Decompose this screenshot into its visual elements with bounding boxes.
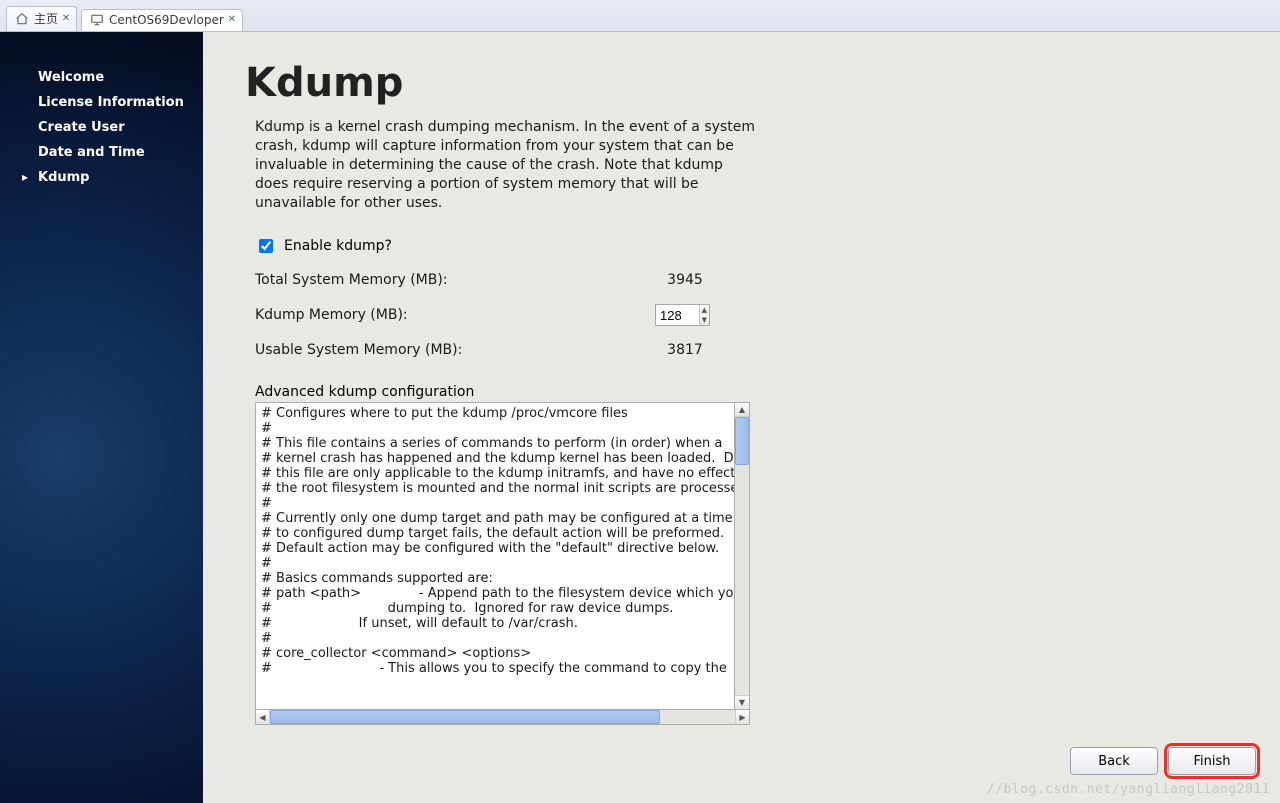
spinner-up-icon[interactable]: ▲ (700, 305, 709, 315)
sidebar-item-welcome[interactable]: Welcome (0, 66, 203, 91)
sidebar-item-date-time[interactable]: Date and Time (0, 141, 203, 166)
scroll-left-icon[interactable]: ◀ (256, 710, 270, 724)
watermark: //blog.csdn.net/yangliangliang2011 (987, 782, 1270, 797)
home-icon (15, 12, 29, 26)
tab-label: CentOS69Devloper (109, 13, 224, 27)
sidebar: Welcome License Information Create User … (0, 32, 203, 803)
sidebar-item-create-user[interactable]: Create User (0, 116, 203, 141)
tab-label: 主页 (34, 10, 58, 27)
kdump-mem-input[interactable] (656, 305, 699, 325)
vertical-scrollbar[interactable]: ▲ ▼ (735, 402, 750, 710)
page-description: Kdump is a kernel crash dumping mechanis… (255, 118, 755, 212)
finish-button[interactable]: Finish (1168, 747, 1256, 775)
total-mem-value: 3945 (655, 272, 715, 288)
back-button[interactable]: Back (1070, 747, 1158, 775)
tab-vm[interactable]: CentOS69Devloper ✕ (81, 9, 243, 31)
scroll-up-icon[interactable]: ▲ (735, 403, 749, 417)
horizontal-scrollbar[interactable]: ◀ ▶ (255, 710, 750, 725)
advanced-config-label: Advanced kdump configuration (255, 384, 1238, 400)
total-mem-label: Total System Memory (MB): (255, 272, 655, 288)
scroll-down-icon[interactable]: ▼ (735, 695, 749, 709)
scroll-thumb[interactable] (270, 710, 660, 724)
advanced-config-textarea[interactable] (255, 402, 735, 710)
tab-strip: 主页 ✕ CentOS69Devloper ✕ (0, 0, 1280, 32)
kdump-mem-label: Kdump Memory (MB): (255, 307, 655, 323)
monitor-icon (90, 13, 104, 27)
close-icon[interactable]: ✕ (60, 13, 72, 25)
tab-home[interactable]: 主页 ✕ (6, 6, 77, 31)
close-icon[interactable]: ✕ (226, 14, 238, 26)
scroll-right-icon[interactable]: ▶ (735, 710, 749, 724)
enable-kdump-label: Enable kdump? (284, 238, 392, 254)
page-title: Kdump (245, 60, 1238, 106)
kdump-mem-spinner[interactable]: ▲ ▼ (655, 304, 710, 326)
sidebar-item-kdump[interactable]: Kdump (0, 166, 203, 191)
spinner-down-icon[interactable]: ▼ (700, 315, 709, 325)
usable-mem-label: Usable System Memory (MB): (255, 342, 655, 358)
sidebar-item-license[interactable]: License Information (0, 91, 203, 116)
scroll-thumb[interactable] (735, 417, 749, 465)
content-pane: Kdump Kdump is a kernel crash dumping me… (203, 32, 1280, 803)
usable-mem-value: 3817 (655, 342, 715, 358)
enable-kdump-checkbox[interactable] (259, 239, 273, 253)
